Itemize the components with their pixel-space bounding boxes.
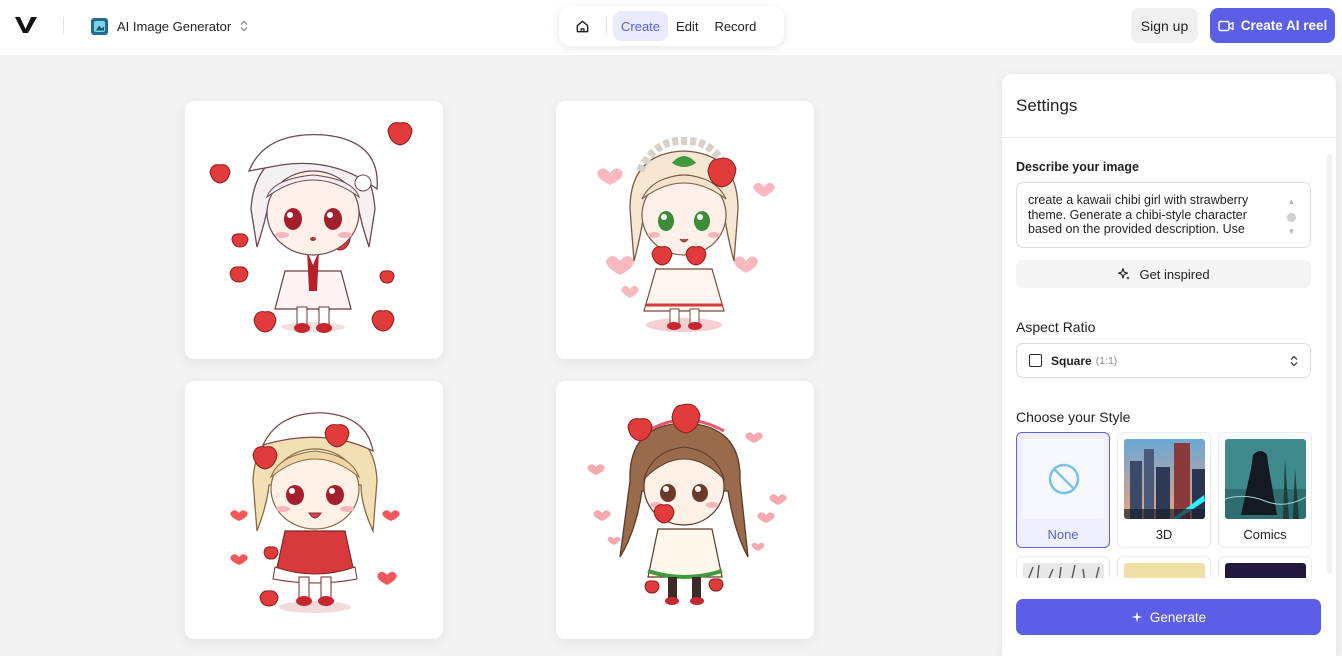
style-neon[interactable] — [1218, 556, 1312, 578]
settings-title: Settings — [1016, 96, 1078, 115]
generate-label: Generate — [1149, 609, 1207, 625]
gallery-image-2[interactable] — [556, 101, 814, 359]
gallery-image-3[interactable] — [185, 381, 443, 639]
app-switcher-title: AI Image Generator — [117, 18, 232, 34]
style-row-2 — [1016, 556, 1312, 578]
style-none-thumb — [1023, 439, 1104, 519]
style-comics-thumb — [1225, 439, 1306, 519]
style-comics[interactable]: Comics — [1218, 432, 1312, 548]
style-sketch-thumb — [1023, 563, 1104, 578]
video-camera-icon — [1217, 20, 1234, 31]
get-inspired-label: Get inspired — [1139, 266, 1210, 282]
sparkle-icon — [1131, 611, 1143, 623]
style-watercolor[interactable] — [1117, 556, 1211, 578]
style-3d[interactable]: 3D — [1117, 432, 1211, 548]
chibi-strawberry-girl-image — [587, 403, 787, 605]
home-icon — [576, 20, 588, 32]
gallery-image-1[interactable] — [185, 101, 443, 359]
scroll-down-icon: ▼ — [1287, 226, 1296, 236]
square-icon — [1029, 354, 1042, 367]
chevron-updown-icon — [1290, 355, 1298, 367]
style-3d-thumb — [1124, 439, 1205, 519]
settings-header: Settings — [1002, 74, 1336, 138]
create-ai-reel-label: Create AI reel — [1240, 18, 1328, 33]
home-button[interactable] — [564, 11, 600, 41]
header-divider — [63, 17, 64, 35]
no-style-icon — [1048, 463, 1079, 495]
get-inspired-button[interactable]: Get inspired — [1016, 260, 1311, 288]
vimeo-logo-icon[interactable] — [14, 15, 38, 35]
aspect-ratio-select[interactable]: Square (1:1) — [1016, 343, 1311, 378]
choose-style-label: Choose your Style — [1016, 409, 1131, 425]
image-app-icon — [91, 17, 108, 35]
app-switcher[interactable]: AI Image Generator — [91, 14, 248, 38]
aspect-ratio-label: Aspect Ratio — [1016, 319, 1096, 335]
sign-up-button[interactable]: Sign up — [1131, 8, 1198, 43]
describe-label: Describe your image — [1016, 160, 1139, 174]
create-ai-reel-button[interactable]: Create AI reel — [1210, 8, 1335, 43]
style-none[interactable]: None — [1016, 432, 1110, 548]
generate-button[interactable]: Generate — [1016, 599, 1321, 635]
prompt-scroll-controls[interactable]: ▲ ▼ — [1287, 195, 1296, 239]
chibi-strawberry-girl-image — [597, 136, 775, 332]
chibi-strawberry-girl-image — [230, 412, 400, 613]
prompt-textarea[interactable]: create a kawaii chibi girl with strawber… — [1016, 182, 1311, 248]
style-none-label: None — [1047, 527, 1079, 542]
style-comics-label: Comics — [1243, 527, 1287, 542]
tab-record[interactable]: Record — [706, 11, 764, 41]
settings-scrollbar[interactable] — [1327, 154, 1332, 574]
tab-create[interactable]: Create — [613, 11, 669, 41]
chevron-updown-icon — [240, 20, 248, 32]
scroll-up-icon: ▲ — [1287, 197, 1296, 206]
sparkle-icon — [1118, 267, 1131, 280]
style-3d-label: 3D — [1155, 527, 1173, 542]
scroll-thumb — [1287, 212, 1296, 222]
tab-edit[interactable]: Edit — [668, 11, 706, 41]
mode-nav: Create Edit Record — [559, 6, 784, 46]
aspect-ratio-hint: (1:1) — [1095, 354, 1118, 367]
chibi-strawberry-girl-image — [209, 122, 413, 333]
prompt-text: create a kawaii chibi girl with strawber… — [1028, 193, 1249, 236]
style-neon-thumb — [1225, 563, 1306, 578]
nav-divider — [606, 17, 607, 35]
aspect-ratio-value: Square — [1051, 353, 1092, 368]
settings-panel: Settings Describe your image create a ka… — [1002, 74, 1336, 656]
gallery-image-4[interactable] — [556, 381, 814, 639]
style-watercolor-thumb — [1124, 563, 1205, 578]
style-sketch[interactable] — [1016, 556, 1110, 578]
top-bar: AI Image Generator Create Edit Record Si… — [0, 0, 1342, 55]
